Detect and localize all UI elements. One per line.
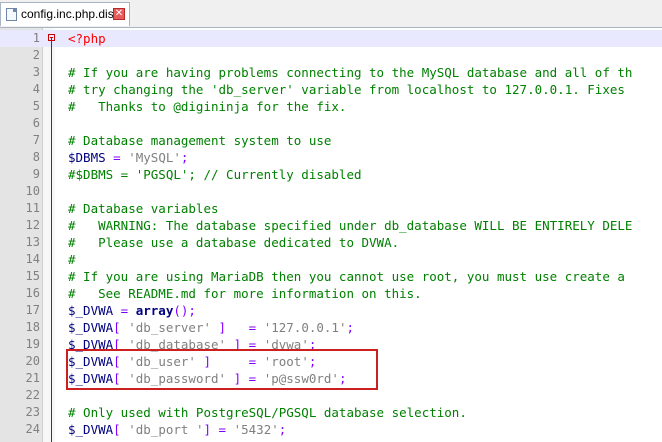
code-line[interactable]: 17 $_DVWA = array(); [0,302,662,319]
credentials-highlight-box [66,349,378,390]
code-token: $_DVWA [68,303,114,318]
file-icon [6,8,17,21]
line-number: 11 [25,201,40,215]
code-line[interactable]: 15 # If you are using MariaDB then you ca… [0,268,662,285]
code-text: # WARNING: The database specified under … [68,218,633,233]
code-line[interactable]: 23 # Only used with PostgreSQL/PGSQL data… [0,404,662,421]
tab-bar: config.inc.php.dist ✕ [0,0,662,28]
code-line[interactable]: 5 # Thanks to @digininja for the fix. [0,98,662,115]
code-line[interactable]: 8 $DBMS = 'MySQL'; [0,149,662,166]
line-number: 23 [25,405,40,419]
code-text: #$DBMS = 'PGSQL'; // Currently disabled [68,167,362,182]
line-number: 8 [32,150,40,164]
line-number: 16 [25,286,40,300]
code-token: [ [113,422,129,437]
code-token: '127.0.0.1' [263,320,347,335]
code-token: 'MySQL' [128,150,181,165]
code-token: ] = [211,320,264,335]
line-number: 14 [25,252,40,266]
line-number: 20 [25,354,40,368]
code-line[interactable]: 24 $_DVWA[ 'db_port '] = '5432'; [0,421,662,438]
code-line[interactable]: 18 $_DVWA[ 'db_server' ] = '127.0.0.1'; [0,319,662,336]
code-line[interactable]: 10 [0,183,662,200]
line-number: 6 [32,116,40,130]
tab-config-inc-php-dist[interactable]: config.inc.php.dist ✕ [0,2,130,26]
line-number: 9 [32,167,40,181]
line-number: 4 [32,82,40,96]
code-line[interactable]: 14 # [0,251,662,268]
code-text: # If you are having problems connecting … [68,65,633,80]
code-token: $_DVWA [68,320,114,335]
code-text: # See README.md for more information on … [68,286,422,301]
code-token: 'db_server' [128,320,212,335]
code-text: # Thanks to @digininja for the fix. [68,99,347,114]
fold-guide-line [51,38,52,442]
code-line[interactable]: 13 # Please use a database dedicated to D… [0,234,662,251]
code-token: [ [113,320,129,335]
code-token: $DBMS [68,150,106,165]
line-number: 19 [25,337,40,351]
code-line[interactable]: 2 [0,47,662,64]
code-text: # If you are using MariaDB then you cann… [68,269,625,284]
code-token: array [135,303,174,318]
code-line[interactable]: 12 # WARNING: The database specified unde… [0,217,662,234]
code-text: # try changing the 'db_server' variable … [68,82,625,97]
line-number: 3 [32,65,40,79]
code-text: $_DVWA[ 'db_server' ] = '127.0.0.1'; [68,319,354,336]
line-number: 2 [32,48,40,62]
code-text: $DBMS = 'MySQL'; [68,149,188,166]
code-token: ; [278,422,287,437]
line-number: 13 [25,235,40,249]
code-text: # [68,252,76,267]
code-token: = [113,303,136,318]
line-number: 12 [25,218,40,232]
line-number: 22 [25,388,40,402]
code-line[interactable]: 4 # try changing the 'db_server' variable… [0,81,662,98]
code-line[interactable]: 6 [0,115,662,132]
code-line[interactable]: 9 #$DBMS = 'PGSQL'; // Currently disabled [0,166,662,183]
line-number: 10 [25,184,40,198]
code-editor[interactable]: 1 <?php 2 3 # If you are having problems con… [0,28,662,442]
code-token: ; [180,150,189,165]
code-token: = [105,150,129,165]
code-line[interactable]: 11 # Database variables [0,200,662,217]
code-line[interactable]: 1 <?php [0,30,662,47]
code-text: <?php [68,31,106,46]
line-number: 24 [25,422,40,436]
code-line[interactable]: 3 # If you are having problems connecting… [0,64,662,81]
code-text: $_DVWA = array(); [68,302,196,319]
line-number: 1 [32,31,40,45]
line-number: 7 [32,133,40,147]
code-text: # Database variables [68,201,219,216]
code-token: ] = [203,422,234,437]
code-token: (); [173,303,196,318]
code-line[interactable]: 7 # Database management system to use [0,132,662,149]
close-icon[interactable]: ✕ [113,8,125,20]
code-text: # Please use a database dedicated to DVW… [68,235,400,250]
code-text: # Database management system to use [68,133,332,148]
code-text: $_DVWA[ 'db_port '] = '5432'; [68,421,286,438]
line-number: 18 [25,320,40,334]
code-text: # Only used with PostgreSQL/PGSQL databa… [68,405,467,420]
code-token: 'db_port ' [128,422,204,437]
code-token: $_DVWA [68,422,114,437]
line-number: 17 [25,303,40,317]
code-token: '5432' [233,422,279,437]
line-number: 21 [25,371,40,385]
code-line[interactable]: 16 # See README.md for more information o… [0,285,662,302]
code-token: ; [346,320,355,335]
line-number: 5 [32,99,40,113]
tab-label: config.inc.php.dist [21,7,118,21]
line-number: 15 [25,269,40,283]
